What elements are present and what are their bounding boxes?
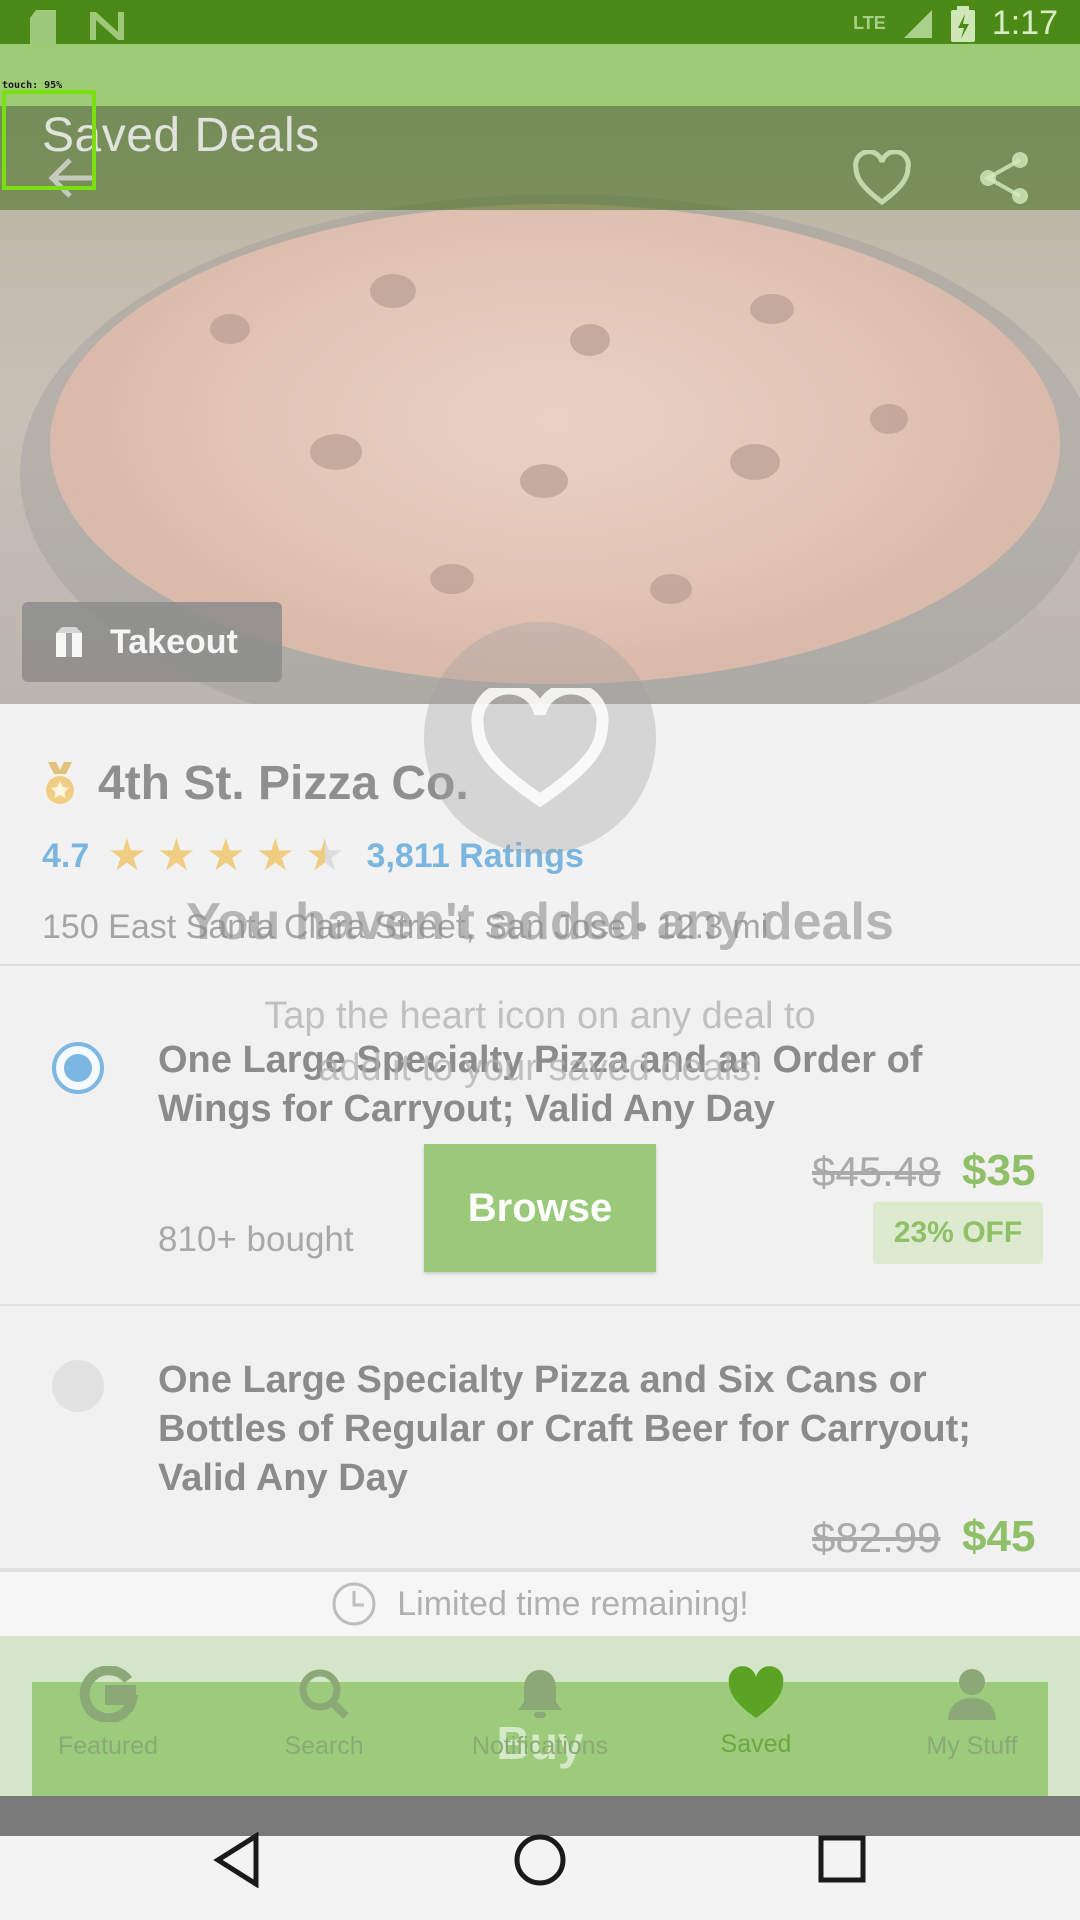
takeout-label: Takeout bbox=[110, 622, 238, 661]
touch-indicator bbox=[2, 90, 96, 190]
system-recents-icon[interactable] bbox=[817, 1832, 867, 1888]
search-icon bbox=[299, 1669, 349, 1719]
clock-icon bbox=[332, 1582, 376, 1626]
person-icon bbox=[948, 1669, 996, 1720]
nav-saved[interactable]: Saved bbox=[648, 1636, 864, 1796]
battery-icon bbox=[950, 5, 975, 42]
lte-label: LTE bbox=[853, 13, 886, 33]
g-logo-icon bbox=[79, 1666, 138, 1722]
deal-title: One Large Specialty Pizza and Six Cans o… bbox=[158, 1359, 971, 1499]
takeout-tag: Takeout bbox=[22, 602, 282, 682]
system-back-icon[interactable] bbox=[212, 1832, 262, 1888]
browse-button[interactable]: Browse bbox=[424, 1144, 656, 1272]
nav-search[interactable]: Search bbox=[216, 1636, 432, 1796]
share-icon[interactable] bbox=[978, 150, 1030, 206]
empty-heart-icon bbox=[471, 688, 609, 808]
sd-card-icon bbox=[30, 10, 56, 44]
status-right: LTE 1:17 bbox=[853, 4, 1058, 43]
star-icon: ★ bbox=[255, 831, 296, 880]
bought-count: 810+ bought bbox=[158, 1220, 354, 1259]
heart-icon bbox=[728, 1666, 784, 1718]
original-price: $45.48 bbox=[812, 1148, 941, 1195]
deal-price: $45 bbox=[962, 1512, 1036, 1561]
nav-featured[interactable]: Featured bbox=[0, 1636, 216, 1796]
deal-price: $35 bbox=[962, 1146, 1036, 1195]
bell-icon bbox=[518, 1670, 562, 1718]
medal-icon bbox=[46, 761, 74, 804]
star-icon: ★ bbox=[156, 831, 197, 880]
empty-state-title: You haven't added any deals bbox=[186, 893, 894, 951]
limited-time-bar: Limited time remaining! bbox=[0, 1570, 1080, 1636]
nav-label: My Stuff bbox=[926, 1732, 1018, 1760]
nav-notifications[interactable]: Notifications bbox=[432, 1636, 648, 1796]
empty-subtitle-line-1: Tap the heart icon on any deal to bbox=[264, 995, 816, 1037]
favorite-heart-icon[interactable] bbox=[852, 150, 912, 206]
rating-value: 4.7 bbox=[42, 836, 90, 875]
empty-subtitle-line-2: add it to your saved deals! bbox=[318, 1047, 762, 1089]
nav-label: Notifications bbox=[471, 1732, 609, 1760]
nav-my-stuff[interactable]: My Stuff bbox=[864, 1636, 1080, 1796]
star-icon: ★ bbox=[206, 831, 246, 880]
status-bar: LTE 1:17 bbox=[0, 0, 1080, 44]
bottom-nav: Featured Search Notifications Saved My S… bbox=[0, 1636, 1080, 1796]
status-time: 1:17 bbox=[991, 4, 1058, 42]
deal-option-2[interactable]: One Large Specialty Pizza and Six Cans o… bbox=[0, 1306, 1080, 1570]
empty-state-subtitle: Tap the heart icon on any deal to add it… bbox=[0, 990, 1080, 1094]
merchant-name[interactable]: 4th St. Pizza Co. bbox=[98, 756, 469, 811]
takeout-bag-icon bbox=[56, 627, 82, 657]
nav-label: Saved bbox=[720, 1730, 792, 1758]
star-icon: ★ bbox=[107, 831, 147, 880]
nav-label: Search bbox=[284, 1732, 364, 1760]
signal-icon bbox=[903, 9, 932, 38]
n-icon bbox=[90, 12, 124, 40]
system-home-icon[interactable] bbox=[513, 1832, 567, 1888]
discount-badge: 23% OFF bbox=[873, 1202, 1043, 1264]
nav-label: Featured bbox=[57, 1732, 159, 1760]
half-star-icon: ★ bbox=[305, 831, 345, 880]
status-left-icons bbox=[30, 10, 128, 44]
original-price: $82.99 bbox=[812, 1514, 941, 1561]
deal-radio[interactable] bbox=[52, 1360, 104, 1412]
limited-time-text: Limited time remaining! bbox=[397, 1584, 749, 1623]
